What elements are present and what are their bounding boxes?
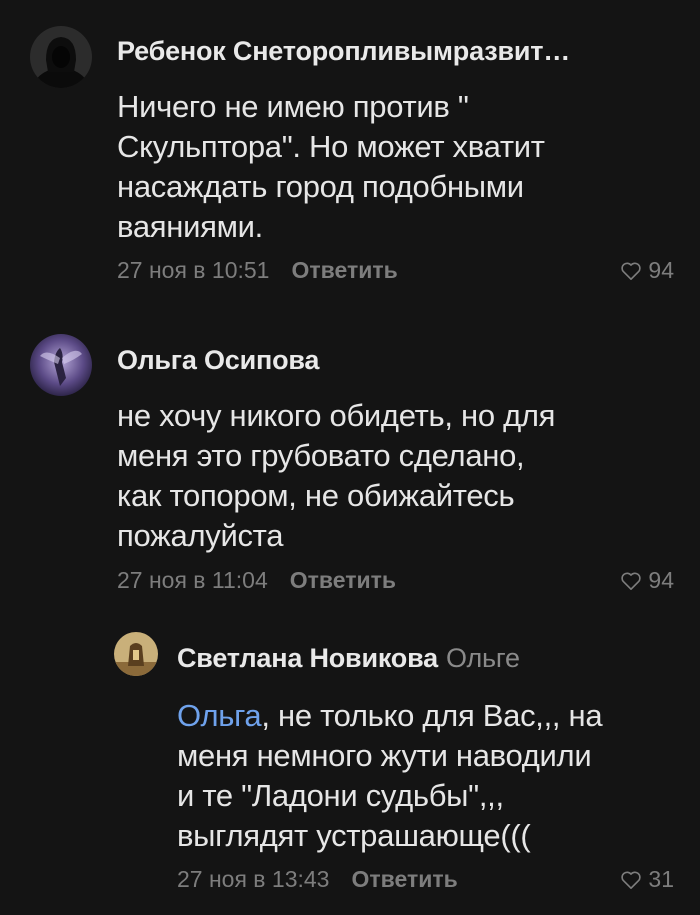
comment-meta: 27 ноя в 13:43 Ответить bbox=[177, 866, 458, 893]
comment-text-fragment: , не только для Вас,,, на bbox=[261, 698, 603, 733]
comment-timestamp: 27 ноя в 13:43 bbox=[177, 866, 330, 892]
like-button[interactable]: 94 bbox=[620, 257, 674, 284]
comment-text-line: выглядят устрашающе((( bbox=[177, 818, 531, 853]
comment-text-line: меня это грубовато сделано, bbox=[117, 438, 525, 473]
comment-2: Ольга Осипова не хочу никого обидеть, но… bbox=[0, 300, 700, 610]
comment-author[interactable]: Ольга Осипова bbox=[117, 345, 319, 376]
comment-author-name[interactable]: Светлана Новикова bbox=[177, 643, 438, 673]
like-button[interactable]: 94 bbox=[620, 567, 674, 594]
comment-text: Ничего не имею против " Скульптора". Но … bbox=[117, 87, 677, 247]
reply-button[interactable]: Ответить bbox=[351, 866, 457, 892]
heart-outline-icon bbox=[621, 572, 642, 590]
heart-outline-icon bbox=[621, 871, 642, 889]
comment-text-line: как топором, не обижайтесь bbox=[117, 478, 515, 513]
comment-1: Ребенок Снеторопливымразвит… Ничего не и… bbox=[0, 0, 700, 300]
heart-outline-icon bbox=[621, 262, 642, 280]
mention-link[interactable]: Ольга bbox=[177, 698, 262, 733]
like-count: 94 bbox=[648, 257, 674, 283]
like-count: 31 bbox=[648, 866, 674, 892]
fairy-figure-avatar-image bbox=[30, 334, 92, 396]
comment-timestamp: 27 ноя в 11:04 bbox=[117, 567, 268, 593]
comment-author: Светлана Новикова Ольге bbox=[177, 643, 520, 674]
comment-3-reply: Светлана Новикова Ольге Ольга, не только … bbox=[0, 610, 700, 915]
reply-to-label[interactable]: Ольге bbox=[446, 643, 520, 673]
like-button[interactable]: 31 bbox=[620, 866, 674, 893]
statue-avatar-image bbox=[114, 632, 158, 676]
comment-text-line: пожалуйста bbox=[117, 518, 284, 553]
like-count: 94 bbox=[648, 567, 674, 593]
comment-meta: 27 ноя в 11:04 Ответить bbox=[117, 567, 396, 594]
comment-text: не хочу никого обидеть, но для меня это … bbox=[117, 396, 677, 556]
comment-text-line: Ничего не имею против " bbox=[117, 89, 469, 124]
comment-text-line: Скульптора". Но может хватит bbox=[117, 129, 545, 164]
comment-text-line: Ольга, не только для Вас,,, на bbox=[177, 696, 687, 736]
comment-text-line: ваяниями. bbox=[117, 209, 263, 244]
comment-meta: 27 ноя в 10:51 Ответить bbox=[117, 257, 398, 284]
avatar[interactable] bbox=[30, 334, 92, 396]
avatar[interactable] bbox=[114, 632, 158, 676]
comment-text-line: меня немного жути наводили bbox=[177, 738, 592, 773]
comment-text-line: не хочу никого обидеть, но для bbox=[117, 398, 556, 433]
comment-timestamp: 27 ноя в 10:51 bbox=[117, 257, 270, 283]
avatar[interactable] bbox=[30, 26, 92, 88]
comment-text: Ольга, не только для Вас,,, на меня немн… bbox=[177, 696, 687, 856]
comment-author[interactable]: Ребенок Снеторопливымразвит… bbox=[117, 36, 570, 67]
comment-text-line: и те "Ладони судьбы",,, bbox=[177, 778, 504, 813]
hooded-figure-avatar-image bbox=[30, 26, 92, 88]
comment-text-line: насаждать город подобными bbox=[117, 169, 524, 204]
reply-button[interactable]: Ответить bbox=[291, 257, 397, 283]
reply-button[interactable]: Ответить bbox=[290, 567, 396, 593]
